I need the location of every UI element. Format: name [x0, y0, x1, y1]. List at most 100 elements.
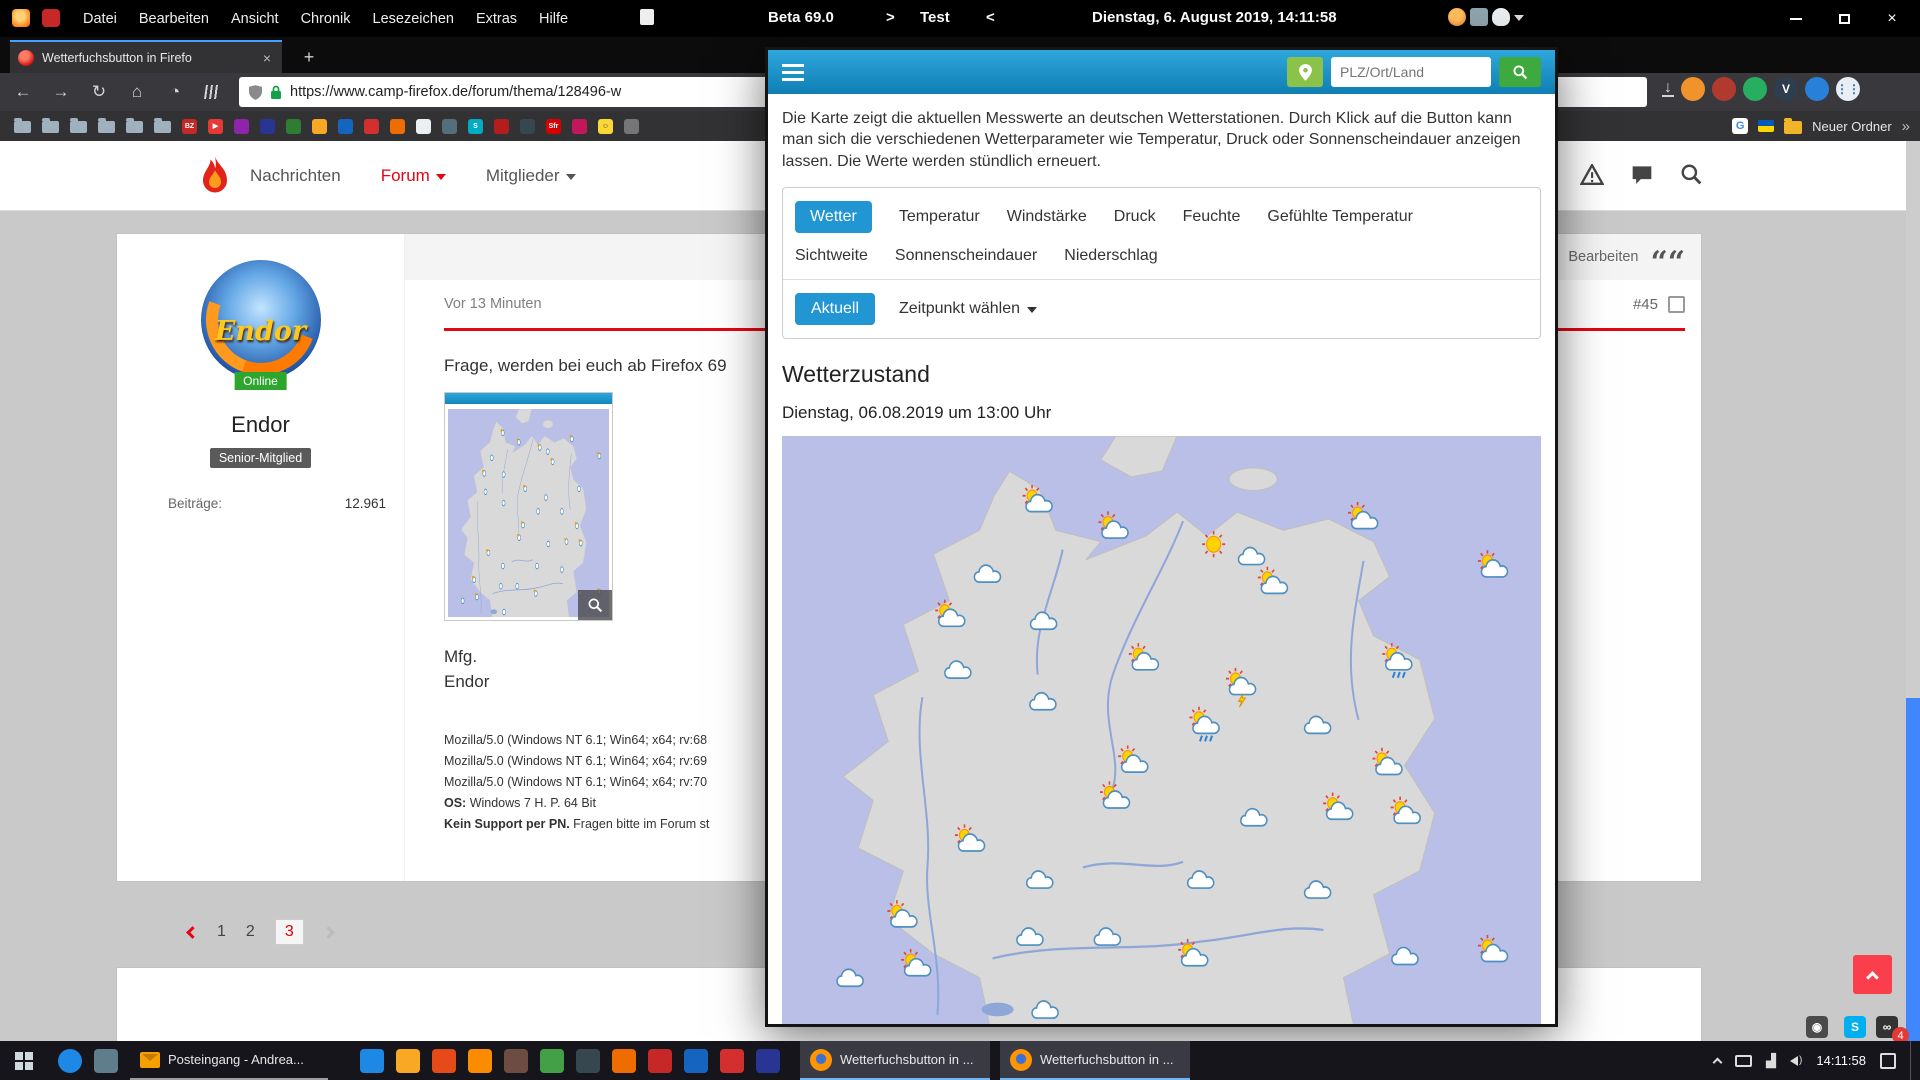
menu-hilfe[interactable]: Hilfe	[528, 0, 579, 37]
bookmark-site-icon[interactable]	[286, 119, 301, 134]
taskbar-icon[interactable]	[468, 1049, 492, 1073]
camp-firefox-logo[interactable]	[197, 155, 233, 197]
back-button[interactable]: ←	[6, 77, 40, 107]
scroll-to-top-button[interactable]	[1853, 955, 1892, 994]
display-tray-icon[interactable]	[1735, 1055, 1752, 1067]
taskbar-icon[interactable]	[432, 1049, 456, 1073]
extension-v-icon[interactable]: V	[1774, 77, 1798, 101]
extension-icon[interactable]	[1712, 77, 1736, 101]
tab-niederschlag[interactable]: Niederschlag	[1064, 247, 1157, 265]
menu-chronik[interactable]: Chronik	[290, 0, 362, 37]
bookmark-site-icon[interactable]	[312, 119, 327, 134]
taskbar-clock[interactable]: 14:11:58	[1816, 1041, 1866, 1080]
bookmark-folder-icon[interactable]	[98, 121, 115, 133]
tab-druck[interactable]: Druck	[1114, 208, 1156, 226]
post-select-checkbox[interactable]	[1668, 296, 1685, 313]
taskbar-app-firefox-1[interactable]: Wetterfuchsbutton in ...	[800, 1041, 990, 1080]
post-number[interactable]: #45	[1633, 296, 1658, 313]
location-search-input[interactable]	[1331, 57, 1491, 87]
quote-icon[interactable]: ““	[1650, 256, 1685, 270]
taskbar-icon[interactable]	[504, 1049, 528, 1073]
weather-map[interactable]	[782, 436, 1541, 1024]
skype-icon[interactable]: S	[1844, 1016, 1866, 1038]
taskbar-icon[interactable]	[360, 1049, 384, 1073]
bookmark-folder-icon[interactable]	[1784, 121, 1802, 134]
bookmark-folder-icon[interactable]	[70, 121, 87, 133]
fox-toolbar-icon[interactable]	[1448, 8, 1466, 26]
taskbar-icon[interactable]	[540, 1049, 564, 1073]
tray-overflow-icon[interactable]: ◉	[1806, 1016, 1828, 1038]
download-icon[interactable]: ↓	[1662, 81, 1674, 97]
bookmark-site-icon[interactable]	[234, 119, 249, 134]
taskbar-icon[interactable]	[648, 1049, 672, 1073]
show-desktop-button[interactable]	[1910, 1041, 1914, 1080]
history-icon[interactable]: ◔	[158, 77, 192, 107]
pinned-app-icon[interactable]	[42, 9, 60, 27]
action-center-icon[interactable]	[1880, 1053, 1896, 1069]
report-warning-icon[interactable]	[1580, 164, 1604, 185]
bookmark-site-icon[interactable]	[624, 119, 639, 134]
bookmark-site-icon[interactable]: ▶	[208, 119, 223, 134]
bookmark-site-icon[interactable]: BZ	[182, 119, 197, 134]
menu-ansicht[interactable]: Ansicht	[220, 0, 290, 37]
author-name[interactable]: Endor	[231, 412, 290, 438]
taskbar-icon[interactable]	[756, 1049, 780, 1073]
menu-datei[interactable]: Datei	[72, 0, 128, 37]
apps-grid-icon[interactable]: ⋮⋮	[1836, 77, 1860, 101]
bookmark-folder-icon[interactable]	[126, 121, 143, 133]
taskbar-icon[interactable]	[720, 1049, 744, 1073]
taskbar-app-firefox-2[interactable]: Wetterfuchsbutton in ...	[1000, 1041, 1190, 1080]
tab-temperatur[interactable]: Temperatur	[899, 208, 980, 226]
google-bookmark-icon[interactable]: G	[1732, 118, 1748, 134]
taskbar-icon[interactable]	[576, 1049, 600, 1073]
bookmark-folder-icon[interactable]	[154, 121, 171, 133]
tab-sonnenscheindauer[interactable]: Sonnenscheindauer	[895, 247, 1037, 265]
tab-close-icon[interactable]: ×	[260, 50, 274, 66]
extension-icon[interactable]	[1743, 77, 1767, 101]
pinned-firefox-icon[interactable]	[12, 9, 30, 27]
tab-wetterfuchsbutton[interactable]: Wetterfuchsbutton in Firefo ×	[10, 40, 282, 73]
avatar[interactable]: Endor	[201, 260, 321, 380]
bookmark-site-icon[interactable]	[494, 119, 509, 134]
zeitpunkt-select[interactable]: Zeitpunkt wählen	[899, 300, 1037, 318]
volume-tray-icon[interactable]: )	[1790, 1055, 1802, 1066]
library-icon[interactable]	[196, 77, 230, 107]
wetterfuchs-cloud-icon[interactable]	[1492, 8, 1510, 26]
bookmark-site-icon[interactable]	[390, 119, 405, 134]
page-3-current[interactable]: 3	[275, 919, 304, 945]
thumbnail-zoom-button[interactable]	[578, 590, 612, 620]
page-1[interactable]: 1	[217, 923, 226, 941]
hamburger-menu-icon[interactable]	[782, 64, 804, 81]
start-button[interactable]	[0, 1041, 48, 1080]
next-page-icon[interactable]	[322, 926, 335, 939]
tab-feuchte[interactable]: Feuchte	[1183, 208, 1241, 226]
close-button[interactable]: ×	[1868, 0, 1916, 37]
page-scrollbar-thumb[interactable]	[1906, 698, 1920, 1041]
post-timestamp[interactable]: Vor 13 Minuten	[444, 296, 542, 312]
location-pin-button[interactable]	[1287, 57, 1323, 87]
bookmark-site-icon[interactable]	[572, 119, 587, 134]
bookmark-site-icon[interactable]	[338, 119, 353, 134]
conversations-icon[interactable]	[1630, 164, 1654, 185]
bookmark-folder-icon[interactable]	[14, 121, 31, 133]
bookmark-site-icon[interactable]	[416, 119, 431, 134]
menu-extras[interactable]: Extras	[465, 0, 528, 37]
post-image-thumbnail[interactable]	[444, 392, 613, 621]
taskbar-icon[interactable]	[94, 1049, 118, 1073]
network-tray-icon[interactable]: ▟	[1766, 1053, 1776, 1069]
prev-page-icon[interactable]	[186, 926, 199, 939]
bookmark-site-icon[interactable]	[442, 119, 457, 134]
nav-forum[interactable]: Forum	[381, 166, 446, 186]
aktuell-button[interactable]: Aktuell	[795, 293, 875, 325]
tab-gefuehlte-temperatur[interactable]: Gefühlte Temperatur	[1267, 208, 1413, 226]
bookmark-folder-icon[interactable]	[42, 121, 59, 133]
flag-bookmark-icon[interactable]	[1758, 120, 1774, 132]
taskbar-app-mail[interactable]: Posteingang - Andrea...	[130, 1041, 328, 1080]
bookmarks-overflow-icon[interactable]: »	[1902, 118, 1910, 135]
bookmark-site-icon[interactable]: ☺	[598, 119, 613, 134]
printer-icon[interactable]	[1470, 8, 1488, 26]
taskbar-icon[interactable]	[684, 1049, 708, 1073]
forward-button[interactable]: →	[44, 77, 78, 107]
reload-button[interactable]: ↻	[82, 77, 116, 107]
wetterfuchs-caret-icon[interactable]	[1514, 15, 1524, 21]
